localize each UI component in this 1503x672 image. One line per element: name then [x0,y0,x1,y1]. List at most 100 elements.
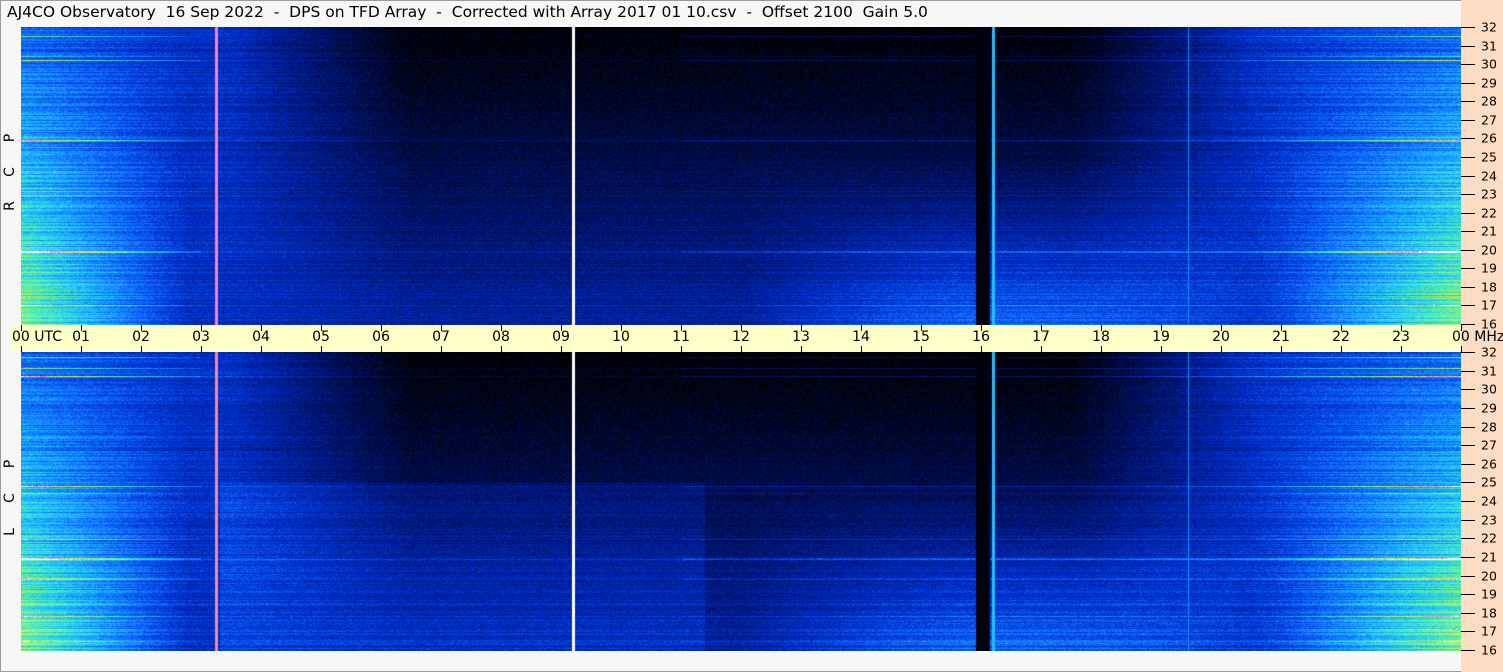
time-tick [141,346,142,352]
freq-tick-label: 19 [1481,586,1497,602]
time-tick [981,346,982,352]
freq-tick-label: 30 [1481,56,1497,72]
time-tick-label: 06 [372,329,390,345]
freq-tick-label: 31 [1481,363,1497,379]
time-tick-label: 01 [72,329,90,345]
freq-tick [1461,631,1475,633]
freq-tick-label: 28 [1481,419,1497,434]
time-tick-label: 13 [792,329,810,345]
time-tick-label: 04 [252,329,270,345]
freq-tick-label: 26 [1481,130,1497,146]
freq-tick [1461,82,1475,84]
time-tick [861,346,862,352]
time-axis: 00 UTC 01 02 03 04 05 06 07 08 09 10 11 12 13 14 15 16 17… [12,325,1503,352]
time-tick-label: 00 UTC [12,329,63,345]
freq-tick-label: 26 [1481,456,1497,472]
time-tick [201,346,202,352]
freq-tick [1461,156,1475,158]
time-tick [21,346,22,352]
rcp-spectrogram [21,27,1461,325]
rcp-letter-p: P [2,133,18,143]
freq-tick-label: 23 [1481,186,1497,202]
freq-tick [1461,64,1475,66]
time-tick [801,346,802,352]
time-tick [441,346,442,352]
freq-tick [1461,612,1475,614]
freq-tick-label: 29 [1481,75,1497,91]
freq-tick [1461,45,1475,47]
freq-tick-label: 24 [1481,168,1497,183]
lcp-letter-c: C [2,493,18,503]
time-tick-label: 20 [1212,329,1230,345]
time-tick-label: 14 [852,329,870,345]
freq-tick [1461,594,1475,596]
freq-tick-label: 22 [1481,530,1497,546]
time-tick-label: 03 [192,329,210,345]
rcp-letter-r: R [2,201,18,211]
freq-tick-label: 32 [1481,344,1497,360]
freq-tick-label: 17 [1481,297,1497,313]
time-tick-label: 07 [432,329,450,345]
lcp-heatmap [21,352,1461,651]
freq-tick-label: 16 [1481,642,1497,658]
freq-tick [1461,426,1475,428]
time-tick [1221,346,1222,352]
lcp-letter-l: L [2,528,18,536]
freq-tick [1461,101,1475,103]
lcp-label: P C L [2,456,18,540]
freq-tick-label: 32 [1481,19,1497,35]
freq-tick-label: 29 [1481,400,1497,416]
freq-tick [1461,519,1475,521]
freq-tick [1461,538,1475,540]
lcp-letter-p: P [2,459,18,469]
time-tick-label: 16 [972,329,990,345]
freq-tick-label: 21 [1481,549,1497,565]
freq-tick [1461,463,1475,465]
time-tick-label: 08 [492,329,510,345]
freq-tick [1461,268,1475,270]
freq-tick-label: 17 [1481,623,1497,639]
time-tick-label: 21 [1272,329,1290,345]
time-tick-label: 15 [912,329,930,345]
freq-tick [1461,138,1475,140]
time-tick-label: 12 [732,329,750,345]
freq-tick-label: 25 [1481,149,1497,165]
rcp-letter-c: C [2,167,18,177]
freq-tick-label: 16 [1481,316,1497,332]
freq-tick [1461,194,1475,196]
freq-tick [1461,501,1475,502]
time-tick-label: 22 [1332,329,1350,345]
time-tick [81,346,82,352]
freq-tick [1461,352,1475,353]
freq-tick-label: 22 [1481,205,1497,221]
freq-tick [1461,212,1475,214]
freq-tick [1461,27,1475,28]
freq-tick-label: 25 [1481,474,1497,490]
freq-tick-label: 18 [1481,605,1497,621]
freq-tick [1461,119,1475,121]
time-tick-label: 23 [1392,329,1410,345]
freq-tick [1461,407,1475,409]
freq-tick-label: 21 [1481,223,1497,239]
time-tick [621,346,622,352]
freq-tick [1461,389,1475,391]
time-tick-label: 02 [132,329,150,345]
chart-title: AJ4CO Observatory 16 Sep 2022 - DPS on T… [7,3,928,21]
freq-tick-label: 24 [1481,493,1497,509]
freq-tick [1461,556,1475,558]
time-tick-label: 10 [612,329,630,345]
time-tick [261,346,262,352]
freq-tick-label: 18 [1481,279,1497,295]
freq-tick [1461,249,1475,251]
freq-tick [1461,445,1475,447]
time-tick-label: 09 [552,329,570,345]
time-tick [1401,346,1402,352]
freq-tick [1461,175,1475,177]
time-tick [1041,346,1042,352]
time-tick [561,346,562,352]
freq-tick [1461,231,1475,233]
freq-tick-label: 28 [1481,93,1497,109]
time-tick-label: 11 [672,329,690,345]
freq-tick-label: 20 [1481,242,1497,258]
time-tick [501,346,502,352]
